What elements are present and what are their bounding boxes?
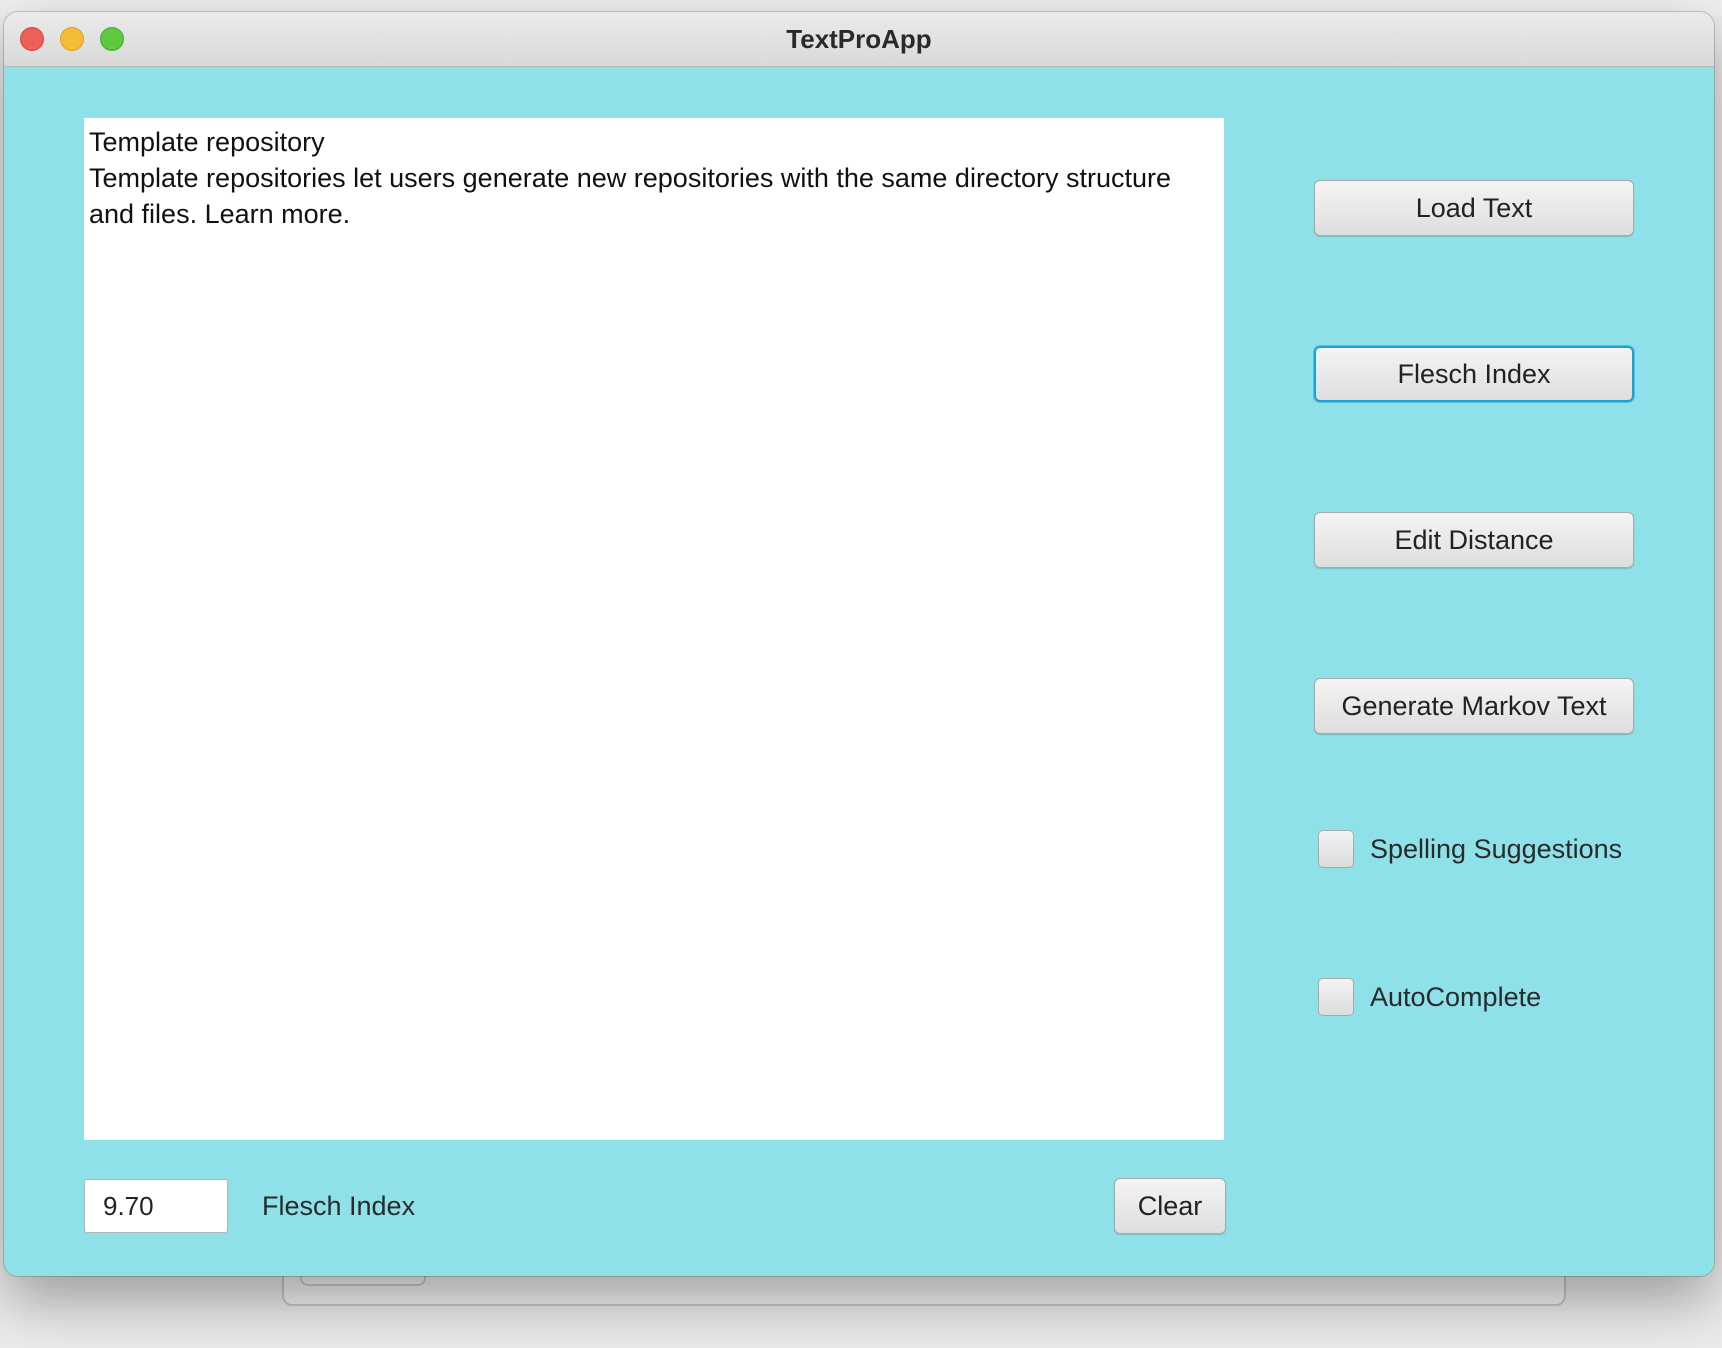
flesch-index-button[interactable]: Flesch Index (1314, 346, 1634, 402)
flesch-index-result-label: Flesch Index (262, 1191, 416, 1221)
autocomplete-label[interactable]: AutoComplete (1370, 978, 1541, 1016)
title-bar[interactable]: TextProApp (4, 12, 1714, 67)
clear-button[interactable]: Clear (1114, 1178, 1226, 1234)
edit-distance-button[interactable]: Edit Distance (1314, 512, 1634, 568)
autocomplete-checkbox[interactable] (1318, 978, 1354, 1016)
flesch-index-result-field[interactable]: 9.70 (84, 1179, 228, 1233)
text-editor[interactable]: Template repository Template repositorie… (84, 118, 1224, 1140)
load-text-button[interactable]: Load Text (1314, 180, 1634, 236)
app-window: TextProApp Template repository Template … (4, 12, 1714, 1276)
spelling-suggestions-label[interactable]: Spelling Suggestions (1370, 830, 1622, 868)
window-title: TextProApp (786, 24, 932, 54)
generate-markov-text-button[interactable]: Generate Markov Text (1314, 678, 1634, 734)
spelling-suggestions-checkbox[interactable] (1318, 830, 1354, 868)
main-content: Template repository Template repositorie… (4, 67, 1714, 1276)
